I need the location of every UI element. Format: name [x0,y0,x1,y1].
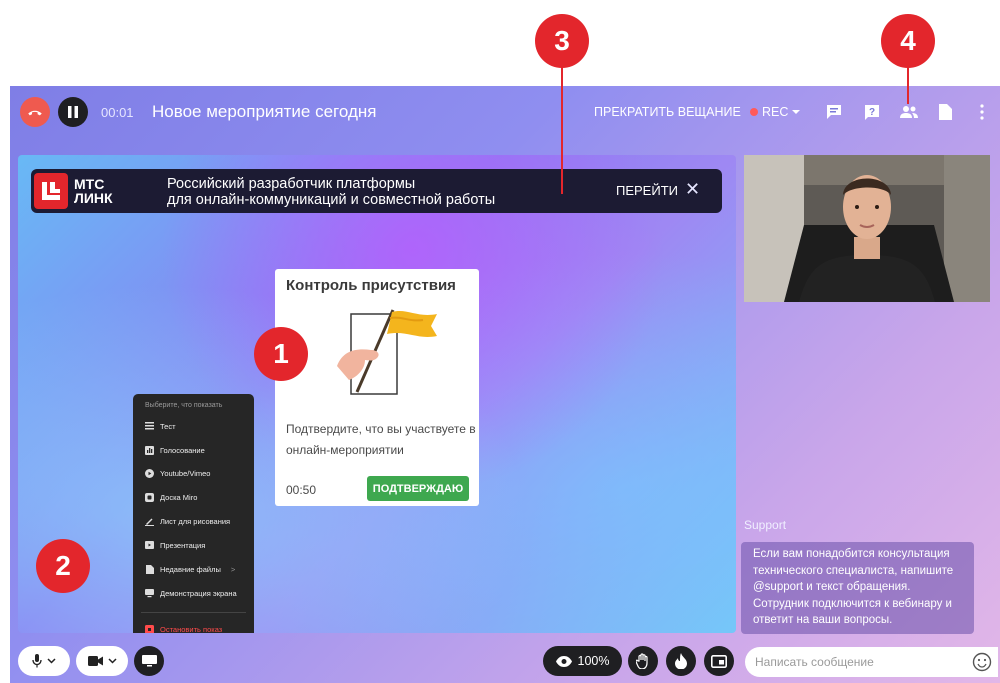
banner-text: Российский разработчик платформы для онл… [167,176,496,208]
confirm-button[interactable]: ПОДТВЕРЖДАЮ [367,476,469,501]
menu-item-poll[interactable]: Голосование [145,443,205,457]
file-icon [145,564,154,574]
callout-badge-1: 1 [254,327,308,381]
poll-icon [145,445,154,455]
chat-button[interactable] [824,102,844,122]
menu-item-presentation[interactable]: Презентация [145,538,205,552]
banner-go-link[interactable]: ПЕРЕЙТИ [616,183,678,198]
presentation-icon [145,540,154,550]
pause-button[interactable] [58,97,88,127]
close-icon[interactable]: ✕ [685,179,700,200]
raise-hand-button[interactable] [628,646,658,676]
speaker-video [744,155,990,302]
stop-broadcast-button[interactable]: ПРЕКРАТИТЬ ВЕЩАНИЕ [594,105,741,119]
eye-icon [555,655,572,667]
message-input[interactable] [745,647,998,677]
question-icon: ? [865,105,879,120]
camera-dropdown[interactable] [76,646,128,676]
microphone-dropdown[interactable] [18,646,70,676]
event-title: Новое мероприятие сегодня [152,102,377,121]
card-message: Подтвердите, что вы участвуете в онлайн-… [286,422,476,457]
zoom-value: 100% [577,654,610,668]
logo-text: МТС ЛИНК [74,176,113,206]
screen-icon [145,588,154,598]
emoji-icon[interactable] [972,652,992,672]
chevron-down-icon [47,658,56,664]
top-bar: 00:01 Новое мероприятие сегодня ПРЕКРАТИ… [10,86,1000,138]
chat-icon [827,105,841,119]
questions-button[interactable]: ? [862,102,882,122]
rec-label: REC [762,105,789,119]
flame-icon [675,653,687,669]
camera-icon [87,656,103,666]
chevron-down-icon [107,658,117,664]
menu-item-miro[interactable]: Доска Miro [145,490,197,504]
menu-item-screen-share[interactable]: Демонстрация экрана [145,586,237,600]
callout-badge-3: 3 [535,14,589,68]
stop-icon [145,624,154,633]
board-icon [145,492,154,502]
support-message: Если вам понадобится консультация технич… [741,542,974,634]
chevron-right-icon: > [230,564,236,574]
presentation-stage: МТС ЛИНК Российский разработчик платформ… [18,155,736,633]
picture-in-picture-icon [711,654,727,668]
people-icon [900,106,918,118]
mts-link-logo [34,173,68,209]
broadcast-timer: 00:01 [101,105,134,120]
card-countdown: 00:50 [286,483,317,497]
files-button[interactable] [935,102,955,122]
participants-button[interactable] [899,102,919,122]
webinar-app: 00:01 Новое мероприятие сегодня ПРЕКРАТИ… [10,86,1000,683]
layout-toggle-button[interactable] [704,646,734,676]
callout-line-4 [907,66,909,104]
callout-line-3 [561,66,563,194]
more-vertical-icon [980,104,984,120]
logo-mark-icon [42,182,60,200]
menu-item-drawing[interactable]: Лист для рисования [145,514,230,528]
flag-hand-illustration [337,306,441,401]
menu-item-recent-files[interactable]: Недавние файлы > [145,562,235,576]
document-icon [938,104,952,120]
list-icon [145,422,154,431]
screen-share-button[interactable] [134,646,164,676]
card-title: Контроль присутствия [286,277,456,294]
menu-item-youtube[interactable]: Youtube/Vimeo [145,466,210,480]
attendance-check-card: Контроль присутствия Подтвердите, что вы… [275,269,479,506]
menu-item-test[interactable]: Тест [145,419,176,433]
youtube-icon [145,468,154,478]
menu-divider [141,612,246,613]
pause-icon [68,106,78,118]
viewer-zoom-indicator[interactable]: 100% [543,646,622,676]
end-call-button[interactable] [20,97,50,127]
phone-hangup-icon [28,110,42,116]
share-menu: Выберите, что показать Тест Голосование … [133,394,254,633]
more-options-button[interactable] [972,102,992,122]
microphone-icon [32,654,42,668]
pencil-icon [145,517,154,526]
callout-badge-2: 2 [36,539,90,593]
svg-text:?: ? [869,107,875,118]
reactions-button[interactable] [666,646,696,676]
rec-dropdown[interactable]: REC [750,105,801,119]
chevron-down-icon [792,110,801,114]
stop-sharing-item[interactable]: Остановить показ [145,622,222,633]
chat-sender-support: Support [744,518,787,532]
hand-icon [636,653,648,669]
bottom-bar: 100% [10,641,1000,683]
record-dot-icon [750,108,758,116]
monitor-icon [141,654,157,666]
menu-header: Выберите, что показать [145,402,223,409]
callout-badge-4: 4 [881,14,935,68]
promo-banner: МТС ЛИНК Российский разработчик платформ… [31,169,722,213]
